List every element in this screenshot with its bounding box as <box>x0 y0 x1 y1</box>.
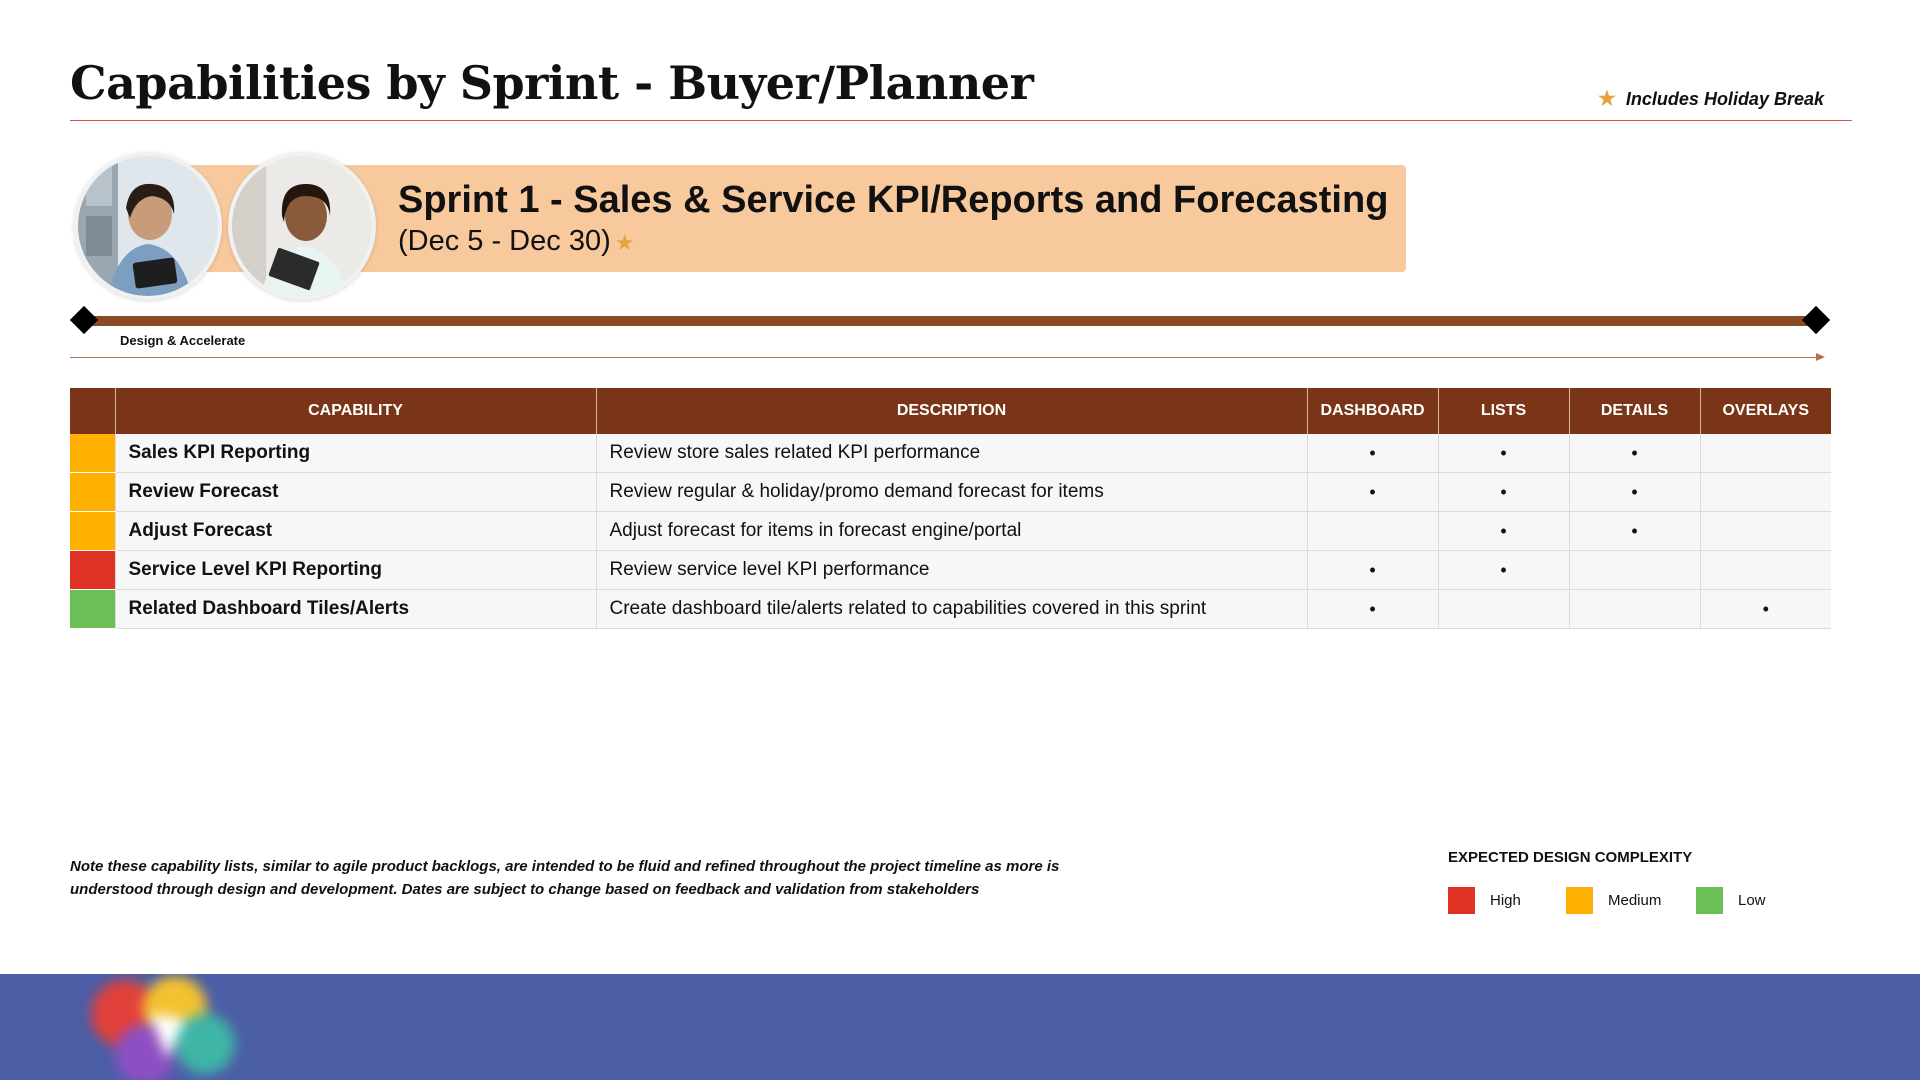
avatar-user-2 <box>228 152 376 300</box>
details-cell <box>1569 589 1701 629</box>
overlays-cell <box>1700 434 1831 473</box>
complexity-swatch <box>70 589 116 629</box>
legend-item-low: Low <box>1696 887 1766 914</box>
column-header-dashboard: DASHBOARD <box>1307 388 1439 434</box>
dashboard-cell <box>1307 511 1439 551</box>
phase-arrow-line <box>70 357 1818 358</box>
table-row: Sales KPI Reporting Review store sales r… <box>70 434 1831 473</box>
arrow-right-icon <box>1816 353 1825 361</box>
column-header-capability: CAPABILITY <box>115 388 597 434</box>
page-title: Capabilities by Sprint - Buyer/Planner <box>70 56 1034 110</box>
overlays-cell <box>1700 511 1831 551</box>
details-cell: • <box>1569 511 1701 551</box>
legend-swatch-low <box>1696 887 1723 914</box>
sprint-dates-text: (Dec 5 - Dec 30) <box>398 225 611 257</box>
complexity-swatch <box>70 511 116 551</box>
phase-label: Design & Accelerate <box>120 333 246 348</box>
legend-label-high: High <box>1490 892 1521 909</box>
legend-title: EXPECTED DESIGN COMPLEXITY <box>1448 849 1693 866</box>
lists-cell: • <box>1438 434 1570 473</box>
holiday-note: ★ Includes Holiday Break <box>1598 86 1824 111</box>
description-cell: Create dashboard tile/alerts related to … <box>596 589 1308 629</box>
description-cell: Review store sales related KPI performan… <box>596 434 1308 473</box>
lists-cell: • <box>1438 511 1570 551</box>
capabilities-table: CAPABILITY DESCRIPTION DASHBOARD LISTS D… <box>70 388 1831 629</box>
lists-cell <box>1438 589 1570 629</box>
dashboard-cell: • <box>1307 434 1439 473</box>
footer-band <box>0 974 1920 1080</box>
legend-item-high: High <box>1448 887 1521 914</box>
disclaimer-note: Note these capability lists, similar to … <box>70 858 1060 898</box>
avatar-user-1 <box>74 152 222 300</box>
legend-label-medium: Medium <box>1608 892 1662 909</box>
description-cell: Review regular & holiday/promo demand fo… <box>596 472 1308 512</box>
capability-cell: Related Dashboard Tiles/Alerts <box>115 589 597 629</box>
table-row: Adjust Forecast Adjust forecast for item… <box>70 511 1831 551</box>
table-row: Service Level KPI Reporting Review servi… <box>70 550 1831 590</box>
capability-cell: Adjust Forecast <box>115 511 597 551</box>
description-cell: Adjust forecast for items in forecast en… <box>596 511 1308 551</box>
dashboard-cell: • <box>1307 589 1439 629</box>
sprint-timeline-bar <box>84 316 1816 326</box>
column-header-description: DESCRIPTION <box>596 388 1308 434</box>
lists-cell: • <box>1438 472 1570 512</box>
details-cell <box>1569 550 1701 590</box>
complexity-swatch <box>70 550 116 590</box>
description-cell: Review service level KPI performance <box>596 550 1308 590</box>
person-with-tablet-photo <box>78 156 218 296</box>
details-cell: • <box>1569 472 1701 512</box>
holiday-note-text: Includes Holiday Break <box>1625 89 1824 109</box>
timeline-start-marker <box>69 305 99 335</box>
sprint-dates: (Dec 5 - Dec 30) ★ <box>398 225 634 258</box>
overlays-cell <box>1700 550 1831 590</box>
legend-swatch-medium <box>1566 887 1593 914</box>
star-icon: ★ <box>1597 88 1616 110</box>
legend-item-medium: Medium <box>1566 887 1661 914</box>
legend-swatch-high <box>1448 887 1475 914</box>
column-header-complexity <box>70 388 116 434</box>
timeline-end-marker <box>1801 305 1831 335</box>
column-header-details: DETAILS <box>1569 388 1701 434</box>
dashboard-cell: • <box>1307 550 1439 590</box>
table-row: Related Dashboard Tiles/Alerts Create da… <box>70 589 1831 629</box>
dashboard-cell: • <box>1307 472 1439 512</box>
overlays-cell <box>1700 472 1831 512</box>
capability-cell: Review Forecast <box>115 472 597 512</box>
table-header-row: CAPABILITY DESCRIPTION DASHBOARD LISTS D… <box>70 388 1831 434</box>
table-row: Review Forecast Review regular & holiday… <box>70 472 1831 512</box>
complexity-swatch <box>70 472 116 512</box>
capability-cell: Service Level KPI Reporting <box>115 550 597 590</box>
lists-cell: • <box>1438 550 1570 590</box>
legend-label-low: Low <box>1738 892 1766 909</box>
person-with-clipboard-photo <box>232 156 372 296</box>
holiday-star-icon: ★ <box>614 230 635 255</box>
sprint-title: Sprint 1 - Sales & Service KPI/Reports a… <box>398 179 1389 221</box>
column-header-overlays: OVERLAYS <box>1700 388 1831 434</box>
capability-cell: Sales KPI Reporting <box>115 434 597 473</box>
overlays-cell: • <box>1700 589 1831 629</box>
footer-tagline <box>1130 1010 1138 1044</box>
details-cell: • <box>1569 434 1701 473</box>
complexity-swatch <box>70 434 116 473</box>
column-header-lists: LISTS <box>1438 388 1570 434</box>
brand-logo-icon <box>91 976 235 1080</box>
title-divider <box>70 120 1852 121</box>
